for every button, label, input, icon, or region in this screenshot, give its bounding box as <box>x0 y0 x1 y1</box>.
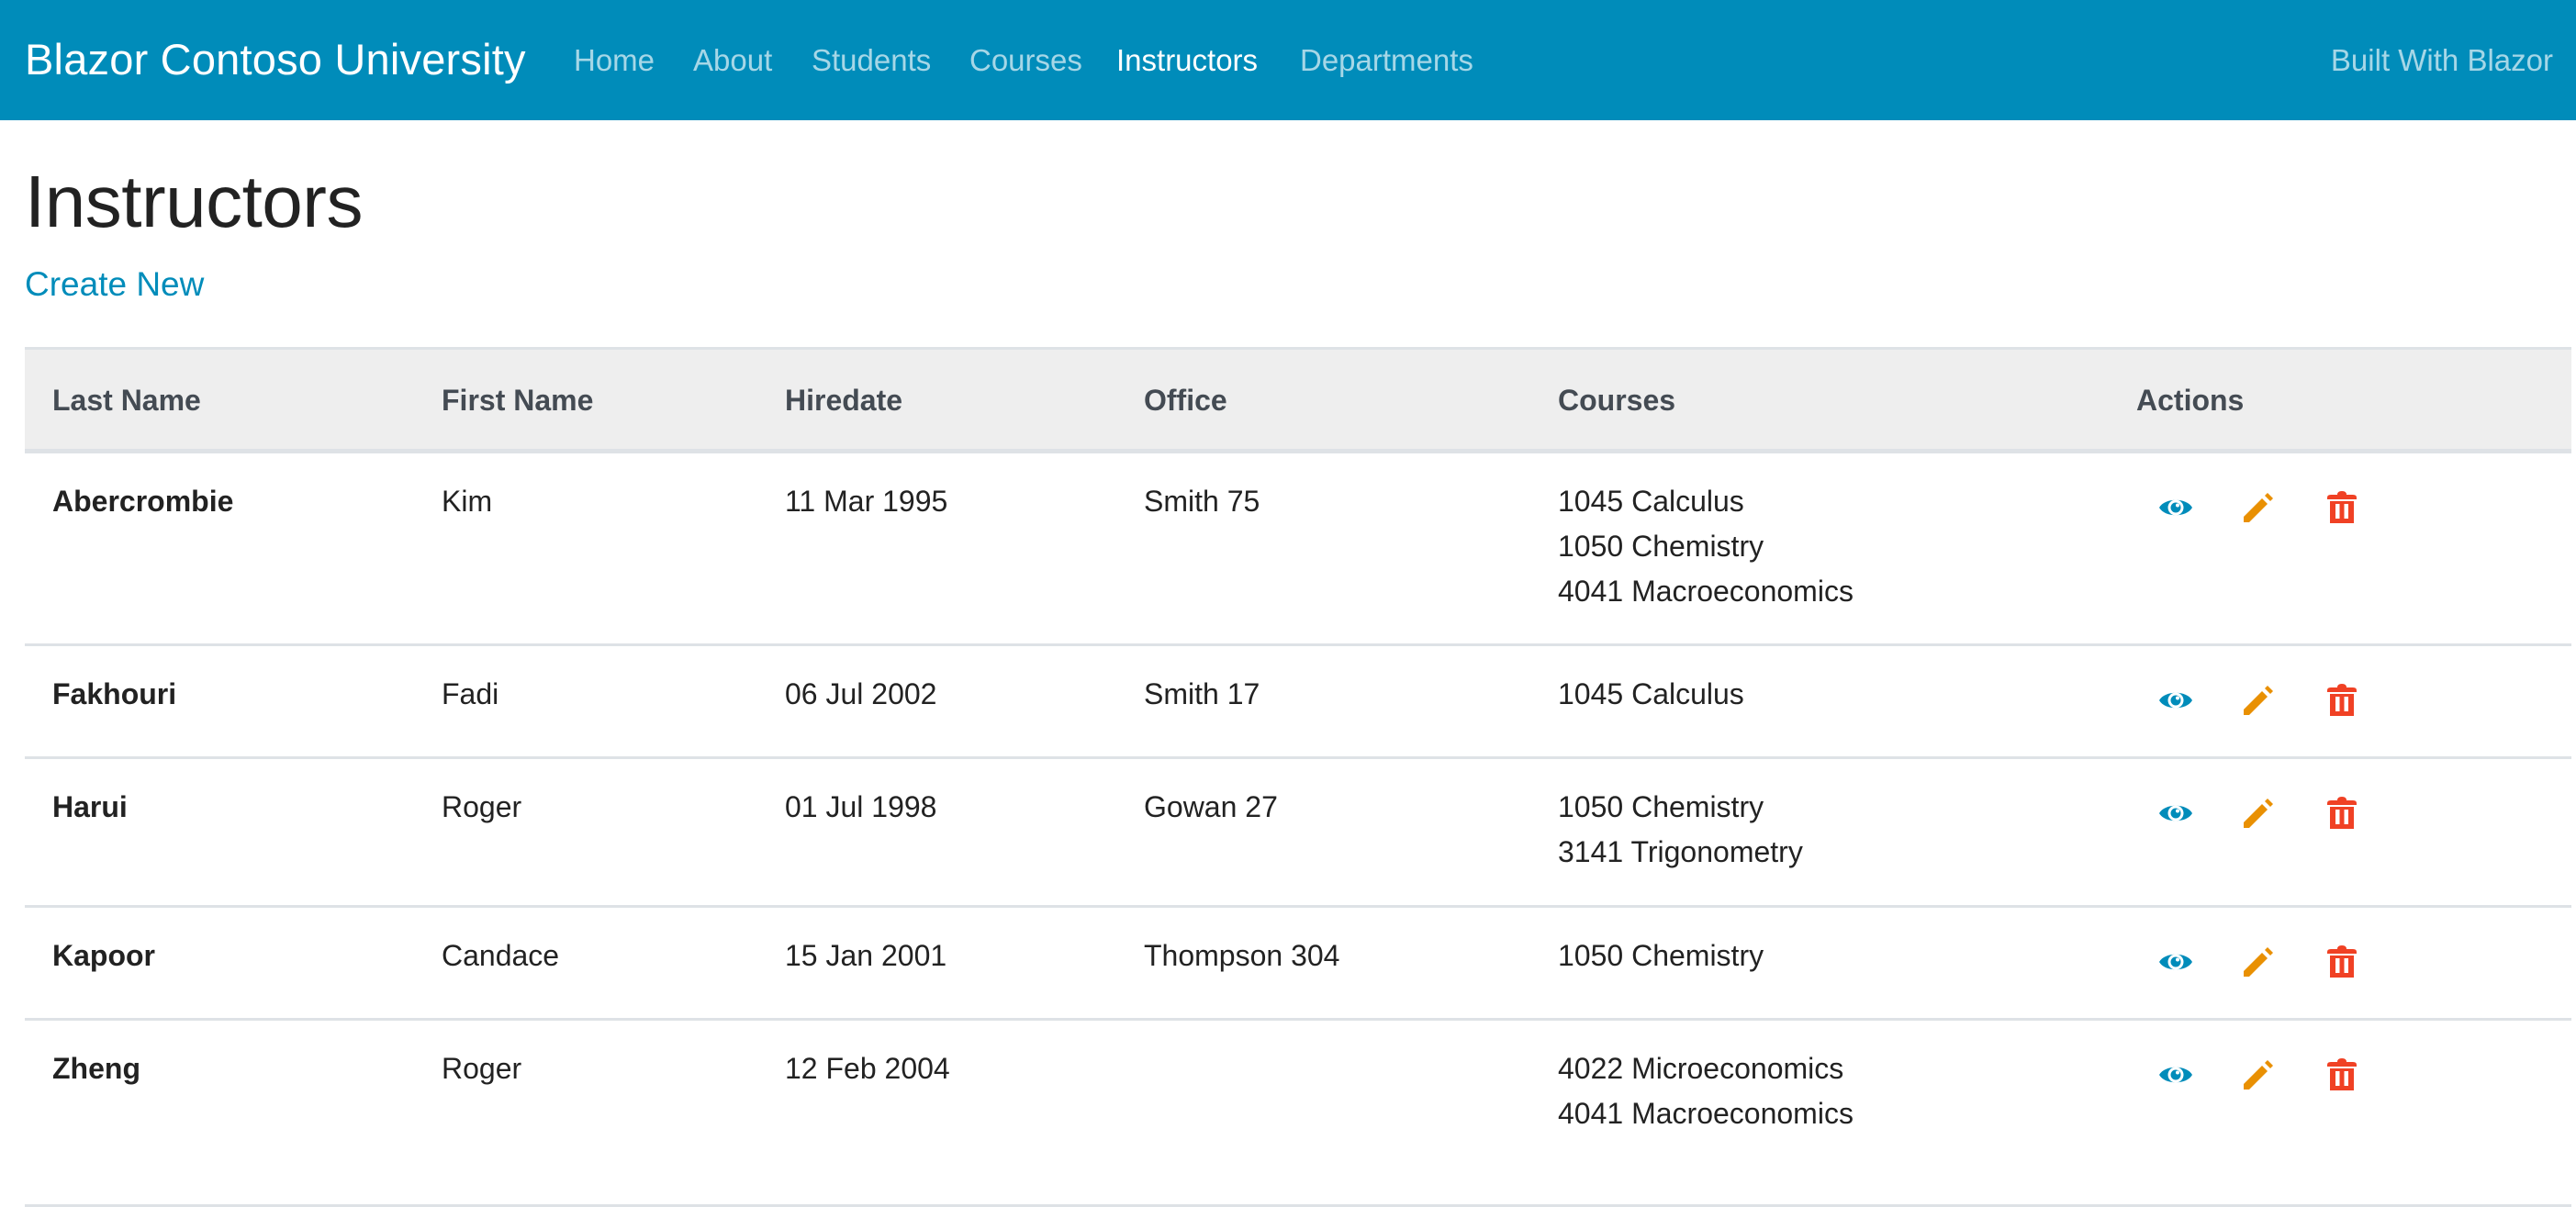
details-button[interactable] <box>2157 795 2194 832</box>
header-hiredate: Hiredate <box>785 384 903 417</box>
nav-item-about[interactable]: About <box>693 40 772 81</box>
cell-courses: 1045 Calculus <box>1558 672 1744 717</box>
table-body: Abercrombie Kim 11 Mar 1995 Smith 75 104… <box>25 453 2571 1207</box>
cell-hiredate: 06 Jul 2002 <box>785 677 937 710</box>
instructors-table: Last Name First Name Hiredate Office Cou… <box>25 347 2571 1207</box>
pencil-icon <box>2244 493 2273 522</box>
table-header: Last Name First Name Hiredate Office Cou… <box>25 350 2571 453</box>
course-item: 3141 Trigonometry <box>1558 835 1803 868</box>
trash-icon <box>2327 945 2357 978</box>
nav-item-students[interactable]: Students <box>812 40 931 81</box>
cell-office: Smith 17 <box>1144 677 1260 710</box>
course-item: 1045 Calculus <box>1558 485 1744 518</box>
edit-button[interactable] <box>2240 795 2277 832</box>
cell-last-name: Kapoor <box>52 939 155 972</box>
eye-icon <box>2159 805 2192 821</box>
edit-button[interactable] <box>2240 1056 2277 1093</box>
table-row: Abercrombie Kim 11 Mar 1995 Smith 75 104… <box>25 453 2571 646</box>
cell-first-name: Candace <box>442 939 560 972</box>
edit-button[interactable] <box>2240 682 2277 719</box>
pencil-icon <box>2244 1060 2273 1090</box>
built-with-blazor-link[interactable]: Built With Blazor <box>2331 40 2553 81</box>
cell-last-name: Zheng <box>52 1052 140 1085</box>
cell-office: Thompson 304 <box>1144 939 1340 972</box>
details-button[interactable] <box>2157 944 2194 980</box>
cell-first-name: Roger <box>442 790 522 823</box>
create-new-link[interactable]: Create New <box>25 262 204 307</box>
cell-courses: 4022 Microeconomics 4041 Macroeconomics <box>1558 1046 1854 1136</box>
cell-office: Smith 75 <box>1144 485 1260 518</box>
header-actions: Actions <box>2136 384 2245 417</box>
eye-icon <box>2159 692 2192 709</box>
eye-icon <box>2159 954 2192 970</box>
course-item: 1050 Chemistry <box>1558 790 1764 823</box>
course-item: 1050 Chemistry <box>1558 939 1764 972</box>
cell-last-name: Abercrombie <box>52 485 234 518</box>
brand-link[interactable]: Blazor Contoso University <box>25 30 526 89</box>
nav-item-instructors[interactable]: Instructors <box>1116 40 1258 81</box>
cell-first-name: Fadi <box>442 677 499 710</box>
navbar: Blazor Contoso University Home About Stu… <box>0 0 2576 120</box>
delete-button[interactable] <box>2324 1056 2360 1093</box>
nav-item-home[interactable]: Home <box>574 40 655 81</box>
pencil-icon <box>2244 799 2273 828</box>
eye-icon <box>2159 1067 2192 1083</box>
nav-item-departments[interactable]: Departments <box>1300 40 1473 81</box>
cell-courses: 1050 Chemistry <box>1558 933 1764 978</box>
table-row: Kapoor Candace 15 Jan 2001 Thompson 304 … <box>25 908 2571 1021</box>
edit-button[interactable] <box>2240 489 2277 526</box>
cell-hiredate: 01 Jul 1998 <box>785 790 937 823</box>
cell-last-name: Fakhouri <box>52 677 177 710</box>
delete-button[interactable] <box>2324 795 2360 832</box>
nav-item-courses[interactable]: Courses <box>969 40 1082 81</box>
cell-first-name: Roger <box>442 1052 522 1085</box>
trash-icon <box>2327 1058 2357 1090</box>
trash-icon <box>2327 684 2357 716</box>
course-item: 4022 Microeconomics <box>1558 1052 1844 1085</box>
header-office: Office <box>1144 384 1227 417</box>
details-button[interactable] <box>2157 489 2194 526</box>
course-item: 1045 Calculus <box>1558 677 1744 710</box>
cell-last-name: Harui <box>52 790 128 823</box>
cell-courses: 1045 Calculus 1050 Chemistry 4041 Macroeco… <box>1558 479 1854 614</box>
details-button[interactable] <box>2157 1056 2194 1093</box>
trash-icon <box>2327 491 2357 523</box>
table-row: Harui Roger 01 Jul 1998 Gowan 27 1050 Ch… <box>25 759 2571 908</box>
details-button[interactable] <box>2157 682 2194 719</box>
edit-button[interactable] <box>2240 944 2277 980</box>
eye-icon <box>2159 499 2192 516</box>
cell-courses: 1050 Chemistry 3141 Trigonometry <box>1558 785 1803 875</box>
delete-button[interactable] <box>2324 944 2360 980</box>
table-row: Fakhouri Fadi 06 Jul 2002 Smith 17 1045 … <box>25 646 2571 759</box>
cell-office: Gowan 27 <box>1144 790 1278 823</box>
delete-button[interactable] <box>2324 682 2360 719</box>
delete-button[interactable] <box>2324 489 2360 526</box>
cell-hiredate: 15 Jan 2001 <box>785 939 947 972</box>
cell-first-name: Kim <box>442 485 493 518</box>
course-item: 4041 Macroeconomics <box>1558 1097 1854 1130</box>
course-item: 4041 Macroeconomics <box>1558 575 1854 608</box>
trash-icon <box>2327 797 2357 829</box>
table-row: Zheng Roger 12 Feb 2004 4022 Microeconom… <box>25 1021 2571 1207</box>
pencil-icon <box>2244 947 2273 977</box>
cell-hiredate: 12 Feb 2004 <box>785 1052 950 1085</box>
cell-hiredate: 11 Mar 1995 <box>785 485 948 518</box>
pencil-icon <box>2244 686 2273 715</box>
page-title: Instructors <box>25 161 363 242</box>
header-last-name: Last Name <box>52 384 201 417</box>
header-first-name: First Name <box>442 384 594 417</box>
course-item: 1050 Chemistry <box>1558 530 1764 563</box>
header-courses: Courses <box>1558 384 1676 417</box>
